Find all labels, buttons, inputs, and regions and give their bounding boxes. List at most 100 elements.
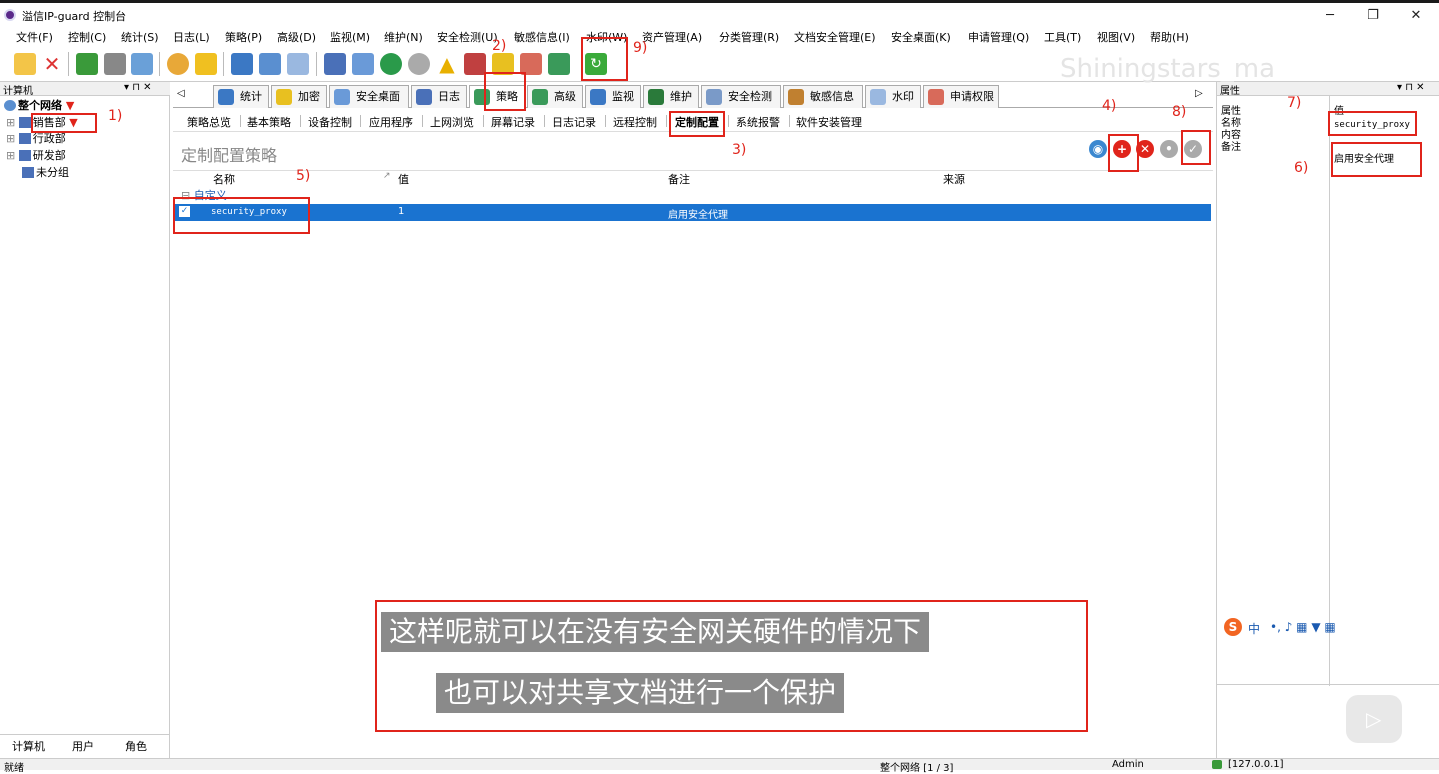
log-icon	[416, 89, 432, 105]
edit-icon[interactable]	[520, 53, 542, 75]
menu-security-check[interactable]: 安全检测(U)	[437, 29, 498, 45]
ime-tools-icon[interactable]: •, ♪ ▦ ▼ ▦	[1270, 620, 1336, 634]
tree-item-rnd[interactable]: ⊞ 研发部	[6, 148, 66, 164]
tree-item-whole-network[interactable]: 整个网络 ▼	[4, 98, 74, 114]
col-source[interactable]: 来源	[943, 171, 965, 187]
tab-request[interactable]: 申请权限	[923, 85, 999, 108]
col-value[interactable]: 值	[398, 171, 409, 187]
prop-value-name[interactable]: security_proxy	[1334, 120, 1410, 130]
tab-monitor[interactable]: 监视	[585, 85, 641, 108]
tree-item-ungrouped[interactable]: 未分组	[22, 165, 69, 181]
tab-stats[interactable]: 统计	[213, 85, 269, 108]
import-icon[interactable]	[76, 53, 98, 75]
subtab-screen[interactable]: 屏幕记录	[491, 114, 535, 130]
tab-watermark[interactable]: 水印	[865, 85, 921, 108]
refresh-icon[interactable]: ↻	[585, 53, 607, 75]
pin-icon[interactable]: ▾ ⊓ ✕	[124, 82, 152, 93]
menu-request[interactable]: 申请管理(Q)	[968, 29, 1029, 45]
subtab-app[interactable]: 应用程序	[369, 114, 413, 130]
tab-computers[interactable]: 计算机	[12, 738, 45, 754]
disk-icon[interactable]	[408, 53, 430, 75]
tools-icon[interactable]	[464, 53, 486, 75]
apply-icon[interactable]: ✓	[1184, 140, 1202, 158]
pin-icon[interactable]: ▾ ⊓ ✕	[1397, 82, 1425, 93]
table-row[interactable]: ✓ security_proxy 1 启用安全代理	[173, 204, 1211, 221]
prop-key-note: 备注	[1221, 142, 1241, 153]
minimize-button[interactable]: ─	[1310, 5, 1350, 27]
tab-advanced[interactable]: 高级	[527, 85, 583, 108]
close-button[interactable]: ✕	[1396, 5, 1436, 27]
menu-secure-desktop[interactable]: 安全桌面(K)	[891, 29, 951, 45]
tab-scroll-left-icon[interactable]: ◁	[177, 88, 185, 99]
subtab-device[interactable]: 设备控制	[308, 114, 352, 130]
ime-logo-icon[interactable]: S	[1224, 618, 1242, 636]
menu-help[interactable]: 帮助(H)	[1150, 29, 1189, 45]
add-icon[interactable]: +	[1113, 140, 1131, 158]
tab-maintain[interactable]: 维护	[643, 85, 699, 108]
menu-maintain[interactable]: 维护(N)	[384, 29, 423, 45]
tab-security-check[interactable]: 安全检测	[701, 85, 781, 108]
preview-icon[interactable]	[131, 53, 153, 75]
warning-icon[interactable]: ▲	[436, 53, 458, 75]
globe-icon[interactable]	[167, 53, 189, 75]
group-custom[interactable]: ⊟ 自定义	[181, 187, 227, 203]
annotation-2: 2)	[492, 38, 507, 54]
status-network: 整个网络 [1 / 3]	[880, 763, 954, 774]
col-note[interactable]: 备注	[668, 171, 690, 187]
menu-classify[interactable]: 分类管理(R)	[719, 29, 779, 45]
folder-icon[interactable]	[195, 53, 217, 75]
delete-icon[interactable]: ✕	[41, 53, 63, 75]
up-icon[interactable]: •	[1160, 140, 1178, 158]
tab-users[interactable]: 用户	[72, 738, 94, 754]
menu-advanced[interactable]: 高级(D)	[277, 29, 316, 45]
tab-scroll-right-icon[interactable]: ▷	[1195, 88, 1203, 99]
col-name[interactable]: 名称	[213, 171, 235, 187]
subtab-custom-config[interactable]: 定制配置	[675, 114, 719, 130]
menu-file[interactable]: 文件(F)	[16, 29, 53, 45]
subtab-alarm[interactable]: 系统报警	[736, 114, 780, 130]
tab-encrypt[interactable]: 加密	[271, 85, 327, 108]
menu-stats[interactable]: 统计(S)	[121, 29, 159, 45]
menu-tools[interactable]: 工具(T)	[1044, 29, 1081, 45]
menu-control[interactable]: 控制(C)	[68, 29, 106, 45]
device-icon[interactable]	[548, 53, 570, 75]
tab-log[interactable]: 日志	[411, 85, 467, 108]
prop-value-note[interactable]: 启用安全代理	[1334, 150, 1394, 165]
menu-doc-security[interactable]: 文档安全管理(E)	[794, 29, 876, 45]
subtab-remote[interactable]: 远程控制	[613, 114, 657, 130]
menu-monitor[interactable]: 监视(M)	[330, 29, 370, 45]
delete-icon[interactable]: ✕	[1136, 140, 1154, 158]
restore-button[interactable]: ❐	[1353, 5, 1393, 27]
tab-secure-desktop[interactable]: 安全桌面	[329, 85, 409, 108]
menu-sensitive[interactable]: 敏感信息(I)	[514, 29, 570, 45]
monitor-icon[interactable]	[324, 53, 346, 75]
users-icon	[532, 89, 548, 105]
network-icon[interactable]	[380, 53, 402, 75]
ime-lang[interactable]: 中	[1248, 620, 1260, 637]
row-checkbox[interactable]: ✓	[179, 206, 190, 217]
subtab-overview[interactable]: 策略总览	[187, 114, 231, 130]
document-icon[interactable]	[287, 53, 309, 75]
subtab-logrec[interactable]: 日志记录	[552, 114, 596, 130]
subtab-software[interactable]: 软件安装管理	[796, 114, 862, 130]
menu-watermark[interactable]: 水印(W)	[586, 29, 627, 45]
tree-item-sales[interactable]: ⊞ 销售部 ▼	[6, 115, 78, 131]
new-icon[interactable]	[14, 53, 36, 75]
menu-log[interactable]: 日志(L)	[173, 29, 210, 45]
print-icon[interactable]	[104, 53, 126, 75]
subtab-web[interactable]: 上网浏览	[430, 114, 474, 130]
menu-policy[interactable]: 策略(P)	[225, 29, 262, 45]
computer-icon[interactable]	[231, 53, 253, 75]
search-doc-icon[interactable]	[259, 53, 281, 75]
lock-icon[interactable]	[492, 53, 514, 75]
tab-roles[interactable]: 角色	[125, 738, 147, 754]
tab-sensitive[interactable]: 敏感信息	[783, 85, 863, 108]
report-icon[interactable]	[352, 53, 374, 75]
menu-view[interactable]: 视图(V)	[1097, 29, 1135, 45]
tree-item-admin[interactable]: ⊞ 行政部	[6, 131, 66, 147]
eye-icon	[590, 89, 606, 105]
search-icon[interactable]: ◉	[1089, 140, 1107, 158]
subtab-basic[interactable]: 基本策略	[247, 114, 291, 130]
menu-assets[interactable]: 资产管理(A)	[642, 29, 702, 45]
tab-policy[interactable]: 策略	[469, 85, 525, 108]
